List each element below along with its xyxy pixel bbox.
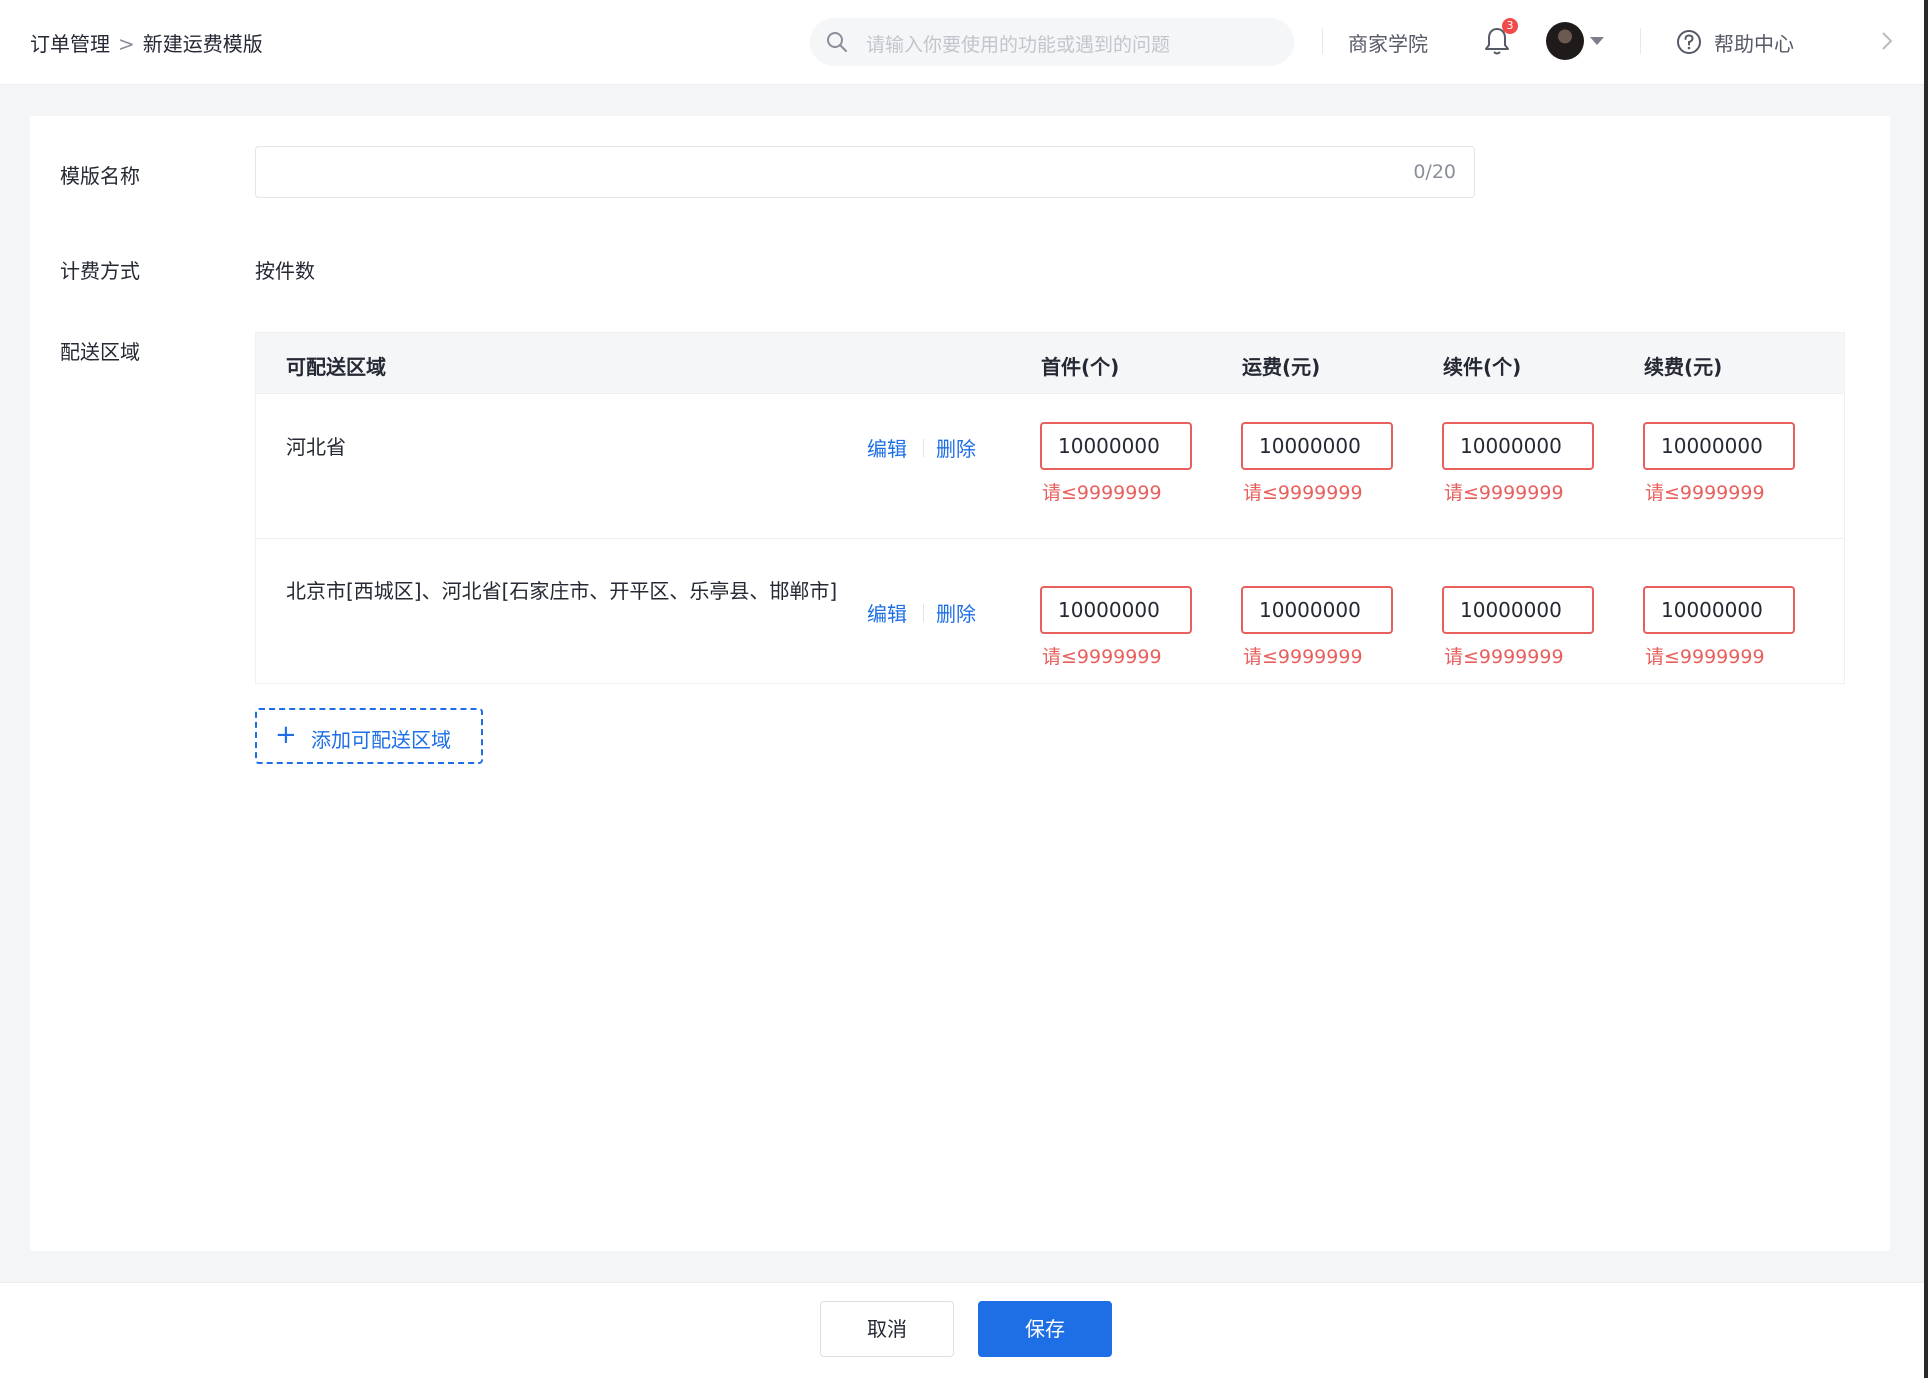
error-message: 请≤9999999	[1444, 646, 1564, 668]
top-bar: 订单管理 > 新建运费模版 请输入你要使用的功能或遇到的问题 商家学院 3 帮助中心	[0, 0, 1924, 85]
error-message: 请≤9999999	[1444, 482, 1564, 504]
add-delivery-area-label: 添加可配送区域	[311, 728, 451, 752]
template-name-field[interactable]: 0/20	[255, 146, 1475, 198]
template-name-label: 模版名称	[60, 164, 140, 188]
additional-item-input[interactable]: 10000000	[1442, 586, 1594, 634]
error-message: 请≤9999999	[1243, 646, 1363, 668]
footer-bar: 取消 保存	[0, 1282, 1924, 1379]
delivery-area-table: 可配送区域 首件(个) 运费(元) 续件(个) 续费(元) 河北省 编辑 删除 …	[255, 332, 1845, 684]
column-header-additional-fee: 续费(元)	[1644, 355, 1723, 379]
breadcrumb-current-page: 新建运费模版	[142, 32, 263, 56]
table-header: 可配送区域 首件(个) 运费(元) 续件(个) 续费(元)	[256, 333, 1844, 393]
column-header-shipping-fee: 运费(元)	[1242, 355, 1321, 379]
first-item-input[interactable]: 10000000	[1040, 586, 1192, 634]
additional-item-input[interactable]: 10000000	[1442, 422, 1594, 470]
search-icon	[827, 32, 847, 52]
add-delivery-area-button[interactable]: + 添加可配送区域	[255, 708, 483, 764]
column-header-first-item: 首件(个)	[1041, 355, 1120, 379]
char-counter: 0/20	[1413, 161, 1456, 183]
error-message: 请≤9999999	[1042, 482, 1162, 504]
table-row: 北京市[西城区]、河北省[石家庄市、开平区、乐亭县、邯郸市] 编辑 删除 100…	[256, 538, 1844, 684]
merchant-academy-link[interactable]: 商家学院	[1348, 28, 1428, 57]
error-message: 请≤9999999	[1645, 646, 1765, 668]
delete-link[interactable]: 删除	[936, 433, 976, 462]
save-button[interactable]: 保存	[978, 1301, 1112, 1357]
first-item-input[interactable]: 10000000	[1040, 422, 1192, 470]
divider	[1640, 28, 1641, 54]
breadcrumb: 订单管理 > 新建运费模版	[30, 28, 263, 57]
billing-method-value: 按件数	[255, 259, 315, 283]
shipping-fee-input[interactable]: 10000000	[1241, 586, 1393, 634]
column-header-additional-item: 续件(个)	[1443, 355, 1522, 379]
breadcrumb-separator: >	[118, 32, 135, 56]
search-input[interactable]: 请输入你要使用的功能或遇到的问题	[866, 30, 1170, 57]
notification-badge: 3	[1502, 18, 1518, 34]
cancel-button[interactable]: 取消	[820, 1301, 954, 1357]
delete-link[interactable]: 删除	[936, 598, 976, 627]
shipping-fee-input[interactable]: 10000000	[1241, 422, 1393, 470]
error-message: 请≤9999999	[1645, 482, 1765, 504]
chevron-right-icon[interactable]	[1876, 30, 1898, 52]
breadcrumb-order-management[interactable]: 订单管理	[30, 32, 110, 56]
region-text: 河北省	[286, 435, 346, 459]
edit-link[interactable]: 编辑	[867, 433, 907, 462]
column-header-region: 可配送区域	[286, 355, 386, 379]
divider	[1322, 28, 1323, 54]
table-row: 河北省 编辑 删除 10000000 请≤9999999 10000000 请≤…	[256, 393, 1844, 539]
edit-link[interactable]: 编辑	[867, 598, 907, 627]
chevron-down-icon[interactable]	[1590, 37, 1604, 45]
search-bar[interactable]: 请输入你要使用的功能或遇到的问题	[810, 18, 1294, 66]
avatar[interactable]	[1546, 22, 1584, 60]
help-icon[interactable]	[1676, 29, 1702, 55]
window-edge	[1924, 0, 1928, 1378]
billing-method-label: 计费方式	[60, 259, 140, 283]
error-message: 请≤9999999	[1243, 482, 1363, 504]
additional-fee-input[interactable]: 10000000	[1643, 586, 1795, 634]
action-divider	[923, 604, 924, 622]
help-center-link[interactable]: 帮助中心	[1714, 28, 1794, 57]
action-divider	[923, 439, 924, 457]
region-text: 北京市[西城区]、河北省[石家庄市、开平区、乐亭县、邯郸市]	[286, 579, 838, 603]
delivery-area-label: 配送区域	[60, 340, 140, 364]
additional-fee-input[interactable]: 10000000	[1643, 422, 1795, 470]
error-message: 请≤9999999	[1042, 646, 1162, 668]
plus-icon: +	[275, 720, 297, 750]
